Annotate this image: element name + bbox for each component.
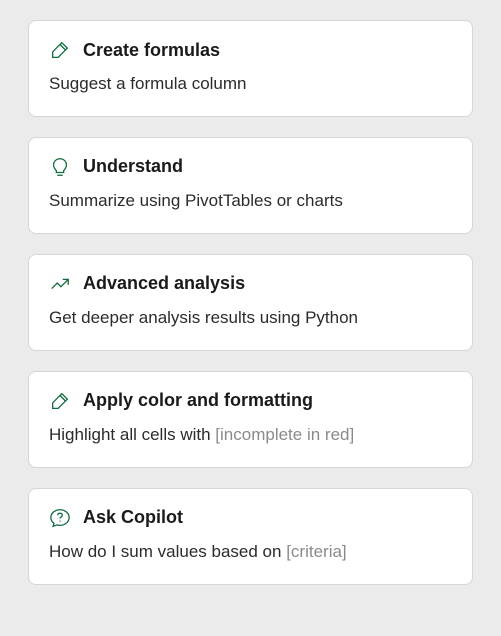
pencil-icon (49, 390, 71, 412)
suggestion-card-ask-copilot[interactable]: Ask Copilot How do I sum values based on… (28, 488, 473, 585)
card-description: Summarize using PivotTables or charts (49, 190, 452, 213)
card-description: How do I sum values based on [criteria] (49, 541, 452, 564)
card-title: Advanced analysis (83, 273, 245, 294)
card-title: Apply color and formatting (83, 390, 313, 411)
lightbulb-icon (49, 156, 71, 178)
card-desc-text: How do I sum values based on (49, 542, 286, 561)
card-desc-text: Summarize using PivotTables or charts (49, 191, 343, 210)
card-header: Apply color and formatting (49, 390, 452, 412)
trend-icon (49, 273, 71, 295)
suggestion-card-advanced-analysis[interactable]: Advanced analysis Get deeper analysis re… (28, 254, 473, 351)
card-header: Ask Copilot (49, 507, 452, 529)
chat-question-icon (49, 507, 71, 529)
card-desc-text: Highlight all cells with (49, 425, 215, 444)
card-desc-text: Suggest a formula column (49, 74, 247, 93)
suggestion-card-create-formulas[interactable]: Create formulas Suggest a formula column (28, 20, 473, 117)
card-description: Highlight all cells with [incomplete in … (49, 424, 452, 447)
card-title: Understand (83, 156, 183, 177)
card-placeholder: [incomplete in red] (215, 425, 354, 444)
card-title: Ask Copilot (83, 507, 183, 528)
suggestion-card-apply-formatting[interactable]: Apply color and formatting Highlight all… (28, 371, 473, 468)
card-header: Advanced analysis (49, 273, 452, 295)
card-title: Create formulas (83, 40, 220, 61)
card-header: Understand (49, 156, 452, 178)
pencil-sparkle-icon (49, 39, 71, 61)
card-placeholder: [criteria] (286, 542, 346, 561)
card-description: Suggest a formula column (49, 73, 452, 96)
card-description: Get deeper analysis results using Python (49, 307, 452, 330)
card-header: Create formulas (49, 39, 452, 61)
suggestion-card-understand[interactable]: Understand Summarize using PivotTables o… (28, 137, 473, 234)
card-desc-text: Get deeper analysis results using Python (49, 308, 358, 327)
